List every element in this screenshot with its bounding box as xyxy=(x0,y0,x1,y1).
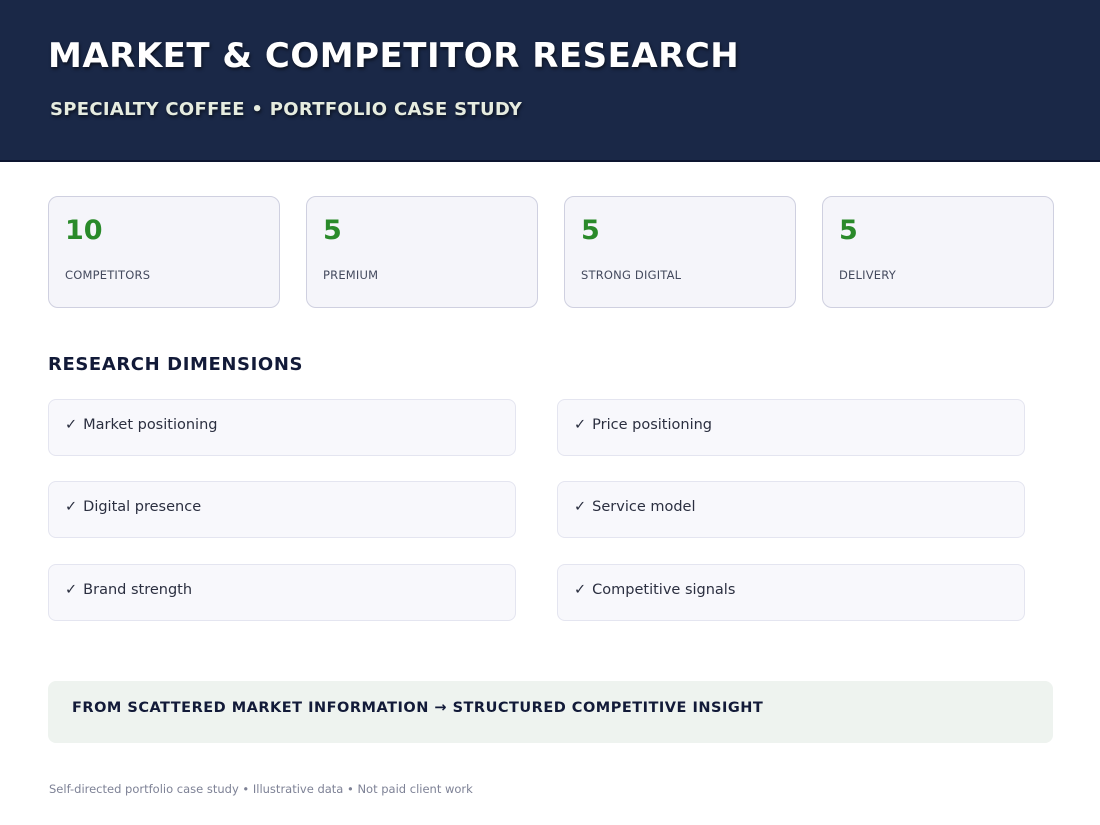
stat-value: 10 xyxy=(65,215,103,246)
check-icon: ✓ xyxy=(574,499,587,515)
dimension-label: Digital presence xyxy=(83,499,202,515)
research-dimensions-heading: RESEARCH DIMENSIONS xyxy=(48,354,304,375)
stat-value: 5 xyxy=(581,215,600,246)
stat-value: 5 xyxy=(839,215,858,246)
page-title: MARKET & COMPETITOR RESEARCH xyxy=(48,36,740,76)
dimension-card-market-positioning: ✓ Market positioning xyxy=(48,399,516,456)
stat-value: 5 xyxy=(323,215,342,246)
stat-card-strong-digital: 5 STRONG DIGITAL xyxy=(564,196,796,308)
dimension-label: Market positioning xyxy=(83,417,218,433)
dimension-card-price-positioning: ✓ Price positioning xyxy=(557,399,1025,456)
dimension-label: Price positioning xyxy=(592,417,712,433)
dimension-card-competitive-signals: ✓ Competitive signals xyxy=(557,564,1025,621)
insight-text: FROM SCATTERED MARKET INFORMATION → STRU… xyxy=(72,700,764,716)
check-icon: ✓ xyxy=(65,499,78,515)
stat-card-delivery: 5 DELIVERY xyxy=(822,196,1054,308)
dimension-card-digital-presence: ✓ Digital presence xyxy=(48,481,516,538)
stat-label: COMPETITORS xyxy=(65,268,151,282)
stat-label: DELIVERY xyxy=(839,268,896,282)
stat-label: PREMIUM xyxy=(323,268,379,282)
insight-banner: FROM SCATTERED MARKET INFORMATION → STRU… xyxy=(48,681,1053,743)
dimension-card-service-model: ✓ Service model xyxy=(557,481,1025,538)
check-icon: ✓ xyxy=(65,417,78,433)
footer-disclaimer: Self-directed portfolio case study • Ill… xyxy=(49,782,473,796)
dimension-label: Service model xyxy=(592,499,696,515)
check-icon: ✓ xyxy=(574,582,587,598)
stat-card-competitors: 10 COMPETITORS xyxy=(48,196,280,308)
stat-card-premium: 5 PREMIUM xyxy=(306,196,538,308)
dimension-label: Competitive signals xyxy=(592,582,736,598)
stat-label: STRONG DIGITAL xyxy=(581,268,682,282)
check-icon: ✓ xyxy=(574,417,587,433)
check-icon: ✓ xyxy=(65,582,78,598)
dimension-card-brand-strength: ✓ Brand strength xyxy=(48,564,516,621)
page-subtitle: SPECIALTY COFFEE • PORTFOLIO CASE STUDY xyxy=(50,99,523,120)
page-header: MARKET & COMPETITOR RESEARCH SPECIALTY C… xyxy=(0,0,1100,162)
dimension-label: Brand strength xyxy=(83,582,193,598)
